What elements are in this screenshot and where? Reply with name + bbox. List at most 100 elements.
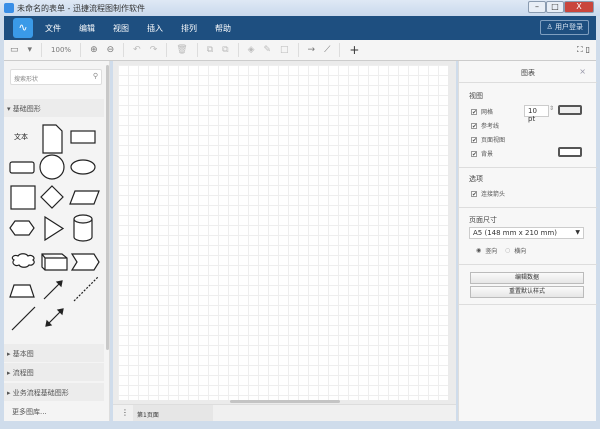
grid-size-input[interactable]: 10 pt (524, 105, 549, 123)
section-business-process[interactable]: ▸ 业务流程基础图形 (4, 383, 104, 401)
undo-icon[interactable]: ↶ (133, 45, 141, 55)
shape-search-input[interactable]: 搜索形状 ⚲ (10, 69, 102, 85)
shape-text[interactable]: 文本 (14, 132, 28, 141)
to-back-icon[interactable]: ⧉ (222, 45, 228, 55)
divider (459, 82, 597, 83)
chevron-down-icon[interactable]: ▾ (28, 45, 33, 55)
connection-arrows-checkbox[interactable]: ✔ 连接箭头 (471, 189, 505, 198)
divider (459, 264, 597, 265)
section-basic[interactable]: ▸ 基本图 (4, 344, 104, 362)
shape-trapezoid[interactable] (9, 284, 35, 298)
reset-style-button[interactable]: 重置默认样式 (470, 286, 584, 298)
grid-checkbox[interactable]: ✔ 网格 (471, 107, 493, 116)
shape-diamond[interactable] (40, 185, 64, 209)
zoom-in-icon[interactable]: ⊕ (90, 45, 98, 55)
app-icon (4, 3, 14, 13)
page-view-label: 页面视图 (481, 137, 506, 144)
canvas-scrollbar[interactable] (230, 400, 340, 403)
grid-size-spinner[interactable]: ⇕ (549, 105, 554, 112)
section-flowchart[interactable]: ▸ 流程图 (4, 363, 104, 381)
shape-cylinder[interactable] (73, 214, 93, 242)
toolbar: ▭ ▾ 100% ⊕ ⊖ ↶ ↷ 🗑 ⧉ ⧉ ◈ ✎ □ → ⟋ + ⛶ ▯ (4, 40, 596, 61)
close-icon[interactable]: × (579, 67, 586, 76)
search-placeholder: 搜索形状 (14, 76, 39, 83)
shape-ellipse[interactable] (70, 159, 96, 175)
menu-view[interactable]: 视图 (113, 23, 129, 34)
shape-triangle[interactable] (44, 215, 65, 242)
shape-square[interactable] (10, 185, 36, 210)
line-color-icon[interactable]: ✎ (263, 45, 271, 55)
zoom-select[interactable]: 100% (51, 46, 71, 54)
fill-color-icon[interactable]: ◈ (248, 45, 255, 55)
shape-cube[interactable] (41, 253, 68, 271)
landscape-label: 横向 (514, 248, 527, 255)
guides-checkbox[interactable]: ✔ 参考线 (471, 121, 499, 130)
shape-arrow[interactable] (43, 280, 63, 300)
shape-rounded-rectangle[interactable] (9, 161, 35, 174)
close-button[interactable]: X (564, 1, 594, 13)
section-basic-shapes[interactable]: ▾ 基础图形 (4, 99, 104, 117)
menu-arrange[interactable]: 排列 (181, 23, 197, 34)
radio-icon: ○ (505, 247, 511, 254)
page-menu-icon[interactable]: ⋮ (121, 408, 129, 417)
view-header: 视图 (469, 92, 483, 100)
shape-step[interactable] (70, 253, 100, 271)
portrait-radio[interactable]: ◉ 竖向 (476, 246, 497, 255)
maximize-button[interactable]: □ (546, 1, 564, 13)
menu-help[interactable]: 帮助 (215, 23, 231, 34)
shape-hexagon[interactable] (9, 220, 35, 236)
background-checkbox[interactable]: ✔ 背景 (471, 149, 493, 158)
section-label: 业务流程基础图形 (12, 389, 69, 397)
search-icon[interactable]: ⚲ (93, 72, 98, 80)
menu-edit[interactable]: 编辑 (79, 23, 95, 34)
view-toggle-icon[interactable]: ▭ (10, 45, 19, 55)
waypoints-icon[interactable]: ⟋ (324, 45, 330, 55)
paper-size-header: 页面尺寸 (469, 216, 497, 224)
shadow-icon[interactable]: □ (280, 45, 289, 55)
shape-parallelogram[interactable] (69, 190, 100, 205)
zoom-out-icon[interactable]: ⊖ (107, 45, 115, 55)
shape-dashed-line[interactable] (73, 276, 99, 302)
page-tabs-bar: ⋮ 第1页面 (113, 404, 456, 421)
sidebar-scrollbar[interactable] (106, 65, 109, 350)
panel-title: 图表 (521, 69, 535, 77)
connection-icon[interactable]: → (308, 45, 316, 55)
to-front-icon[interactable]: ⧉ (207, 45, 213, 55)
fullscreen-icon[interactable]: ⛶ (577, 45, 583, 55)
divider (339, 43, 341, 57)
user-login-button[interactable]: ♙ 用户登录 (540, 20, 589, 35)
landscape-radio[interactable]: ○ 横向 (505, 246, 526, 255)
guides-label: 参考线 (481, 123, 500, 130)
diagram-page[interactable] (118, 65, 448, 400)
insert-plus-icon[interactable]: + (349, 43, 359, 57)
redo-icon[interactable]: ↷ (150, 45, 158, 55)
divider (459, 304, 597, 305)
app-logo-icon: ∿ (13, 18, 33, 38)
section-label: 基本图 (12, 350, 34, 358)
divider (41, 43, 43, 57)
delete-icon[interactable]: 🗑 (176, 45, 187, 55)
radio-selected-icon: ◉ (476, 247, 482, 254)
window-title: 未命名的表单 - 迅捷流程图制作软件 (17, 3, 145, 13)
grid-color-swatch[interactable] (558, 105, 582, 115)
more-libraries-link[interactable]: 更多图库... (4, 401, 110, 421)
format-panel-icon[interactable]: ▯ (586, 45, 590, 55)
page-view-checkbox[interactable]: ✔ 页面视图 (471, 135, 505, 144)
shape-line[interactable] (11, 306, 36, 331)
grid-label: 网格 (481, 109, 494, 116)
shape-circle[interactable] (39, 154, 65, 180)
shape-document[interactable] (42, 124, 63, 154)
background-label: 背景 (481, 151, 494, 158)
background-color-swatch[interactable] (558, 147, 582, 157)
menu-file[interactable]: 文件 (45, 23, 61, 34)
page-tab-1[interactable]: 第1页面 (133, 405, 213, 421)
shape-cloud[interactable] (11, 253, 35, 268)
edit-data-button[interactable]: 编辑数据 (470, 272, 584, 284)
shape-bidirectional-arrow[interactable] (45, 308, 64, 327)
minimize-button[interactable]: – (528, 1, 546, 13)
portrait-label: 竖向 (485, 248, 498, 255)
menu-insert[interactable]: 插入 (147, 23, 163, 34)
paper-size-select[interactable]: A5 (148 mm x 210 mm) ▼ (469, 227, 584, 239)
divider (459, 167, 597, 168)
shape-rectangle[interactable] (70, 130, 96, 144)
